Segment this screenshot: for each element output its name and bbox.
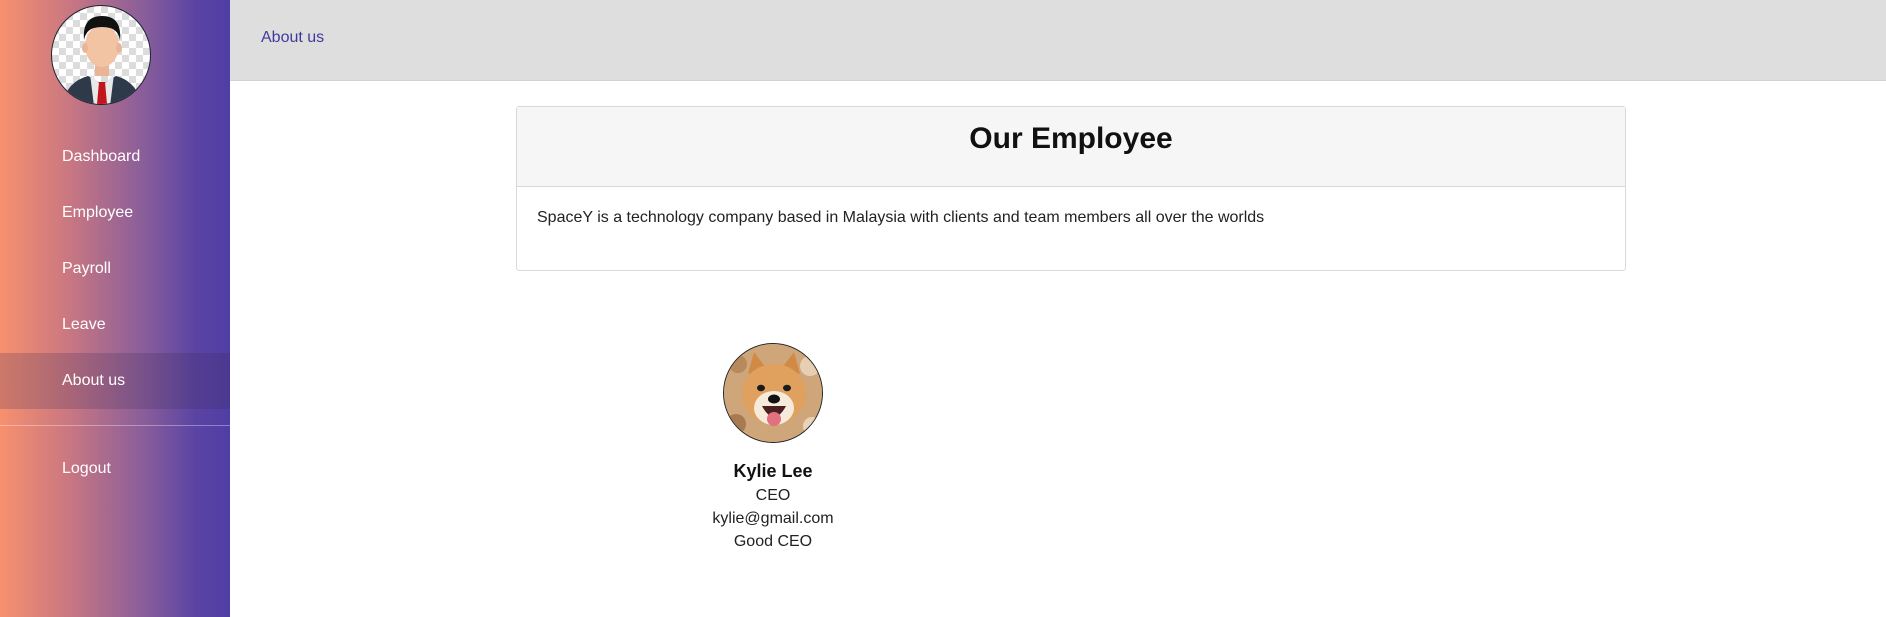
sidebar-item-label: Employee	[62, 204, 134, 221]
dog-photo-icon	[724, 344, 822, 442]
user-avatar-icon	[62, 16, 142, 104]
sidebar-item-leave[interactable]: Leave	[0, 297, 230, 353]
sidebar-item-about-us[interactable]: About us	[0, 353, 230, 409]
logout-button[interactable]: Logout	[0, 441, 230, 497]
employee-note: Good CEO	[733, 533, 813, 550]
top-bar: About us	[230, 0, 1886, 81]
sidebar-item-employee[interactable]: Employee	[0, 185, 230, 241]
employee-email: kylie@gmail.com	[712, 510, 834, 527]
sidebar-item-dashboard[interactable]: Dashboard	[0, 129, 230, 185]
sidebar-item-label: Dashboard	[62, 148, 141, 165]
employee-name: Kylie Lee	[733, 461, 813, 481]
company-description: SpaceY is a technology company based in …	[537, 209, 1265, 226]
employee-photo	[723, 343, 823, 443]
employee-card: Kylie Lee CEO kylie@gmail.com Good CEO	[673, 343, 873, 551]
employee-position: CEO	[755, 487, 791, 504]
sidebar-item-label: About us	[62, 372, 126, 389]
page-title: Our Employee	[517, 107, 1625, 187]
user-avatar[interactable]	[51, 5, 151, 105]
sidebar-divider	[0, 425, 230, 426]
about-card: Our Employee SpaceY is a technology comp…	[516, 106, 1626, 271]
breadcrumb-about-us[interactable]: About us	[261, 29, 324, 47]
sidebar-item-payroll[interactable]: Payroll	[0, 241, 230, 297]
sidebar-item-label: Leave	[62, 316, 106, 333]
sidebar: Dashboard Employee Payroll Leave About u…	[0, 0, 230, 617]
logout-label: Logout	[62, 460, 111, 477]
sidebar-item-label: Payroll	[62, 260, 111, 277]
